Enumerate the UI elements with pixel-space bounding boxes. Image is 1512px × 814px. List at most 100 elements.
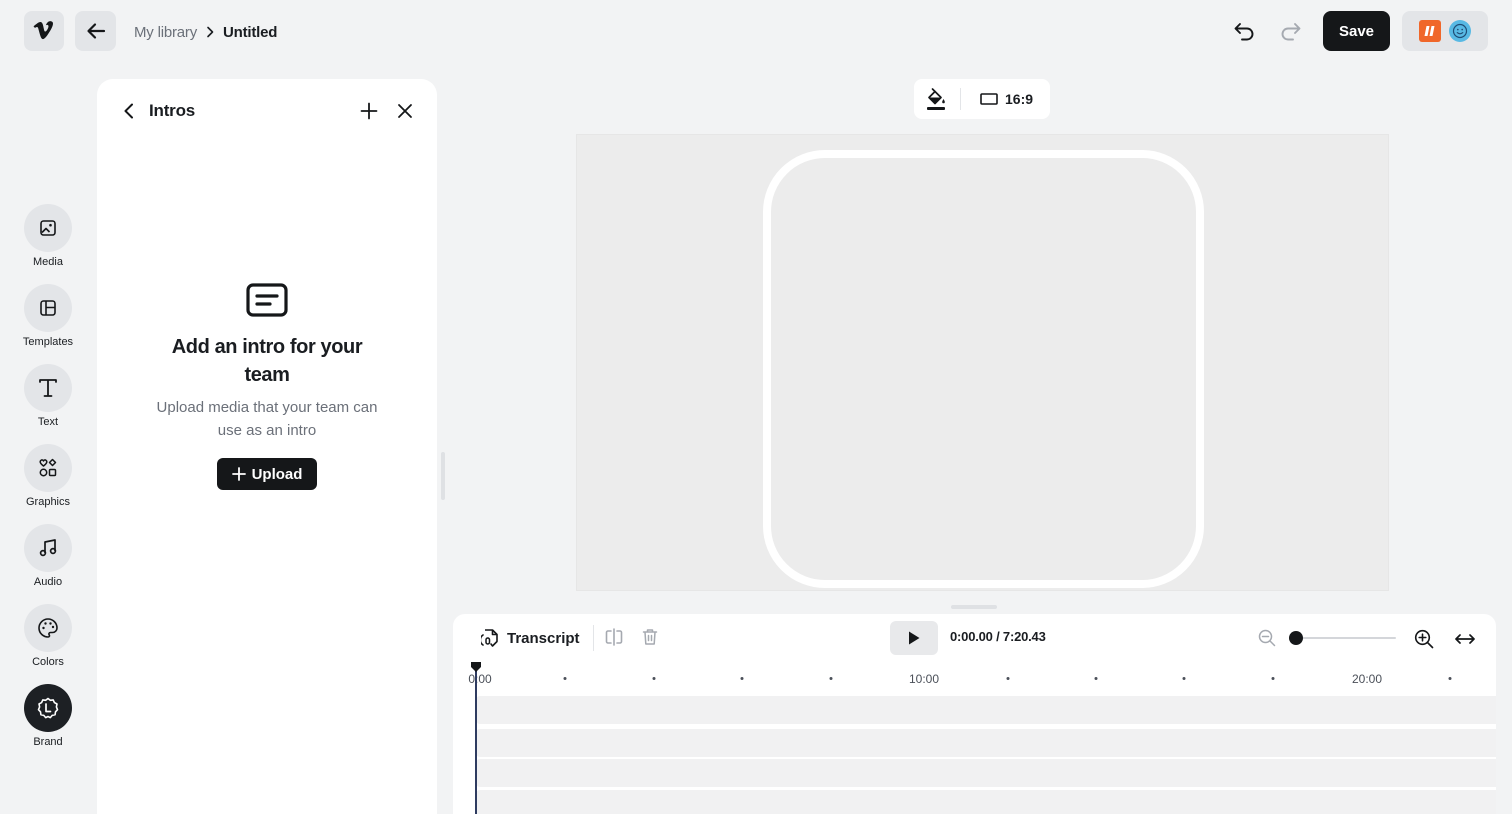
rail-label-text: Text	[37, 416, 59, 428]
ruler-label: 10:00	[908, 672, 940, 686]
delete-clip-button[interactable]	[639, 626, 661, 648]
upload-button-label: Upload	[251, 465, 303, 483]
split-clip-button[interactable]	[603, 626, 625, 648]
transcript-button[interactable]: Transcript	[481, 626, 580, 650]
paint-bucket-icon	[927, 88, 945, 110]
zoom-out-button[interactable]	[1257, 628, 1277, 648]
save-button[interactable]: Save	[1323, 11, 1390, 51]
timeline-track-video[interactable]	[476, 696, 1496, 724]
timeline-ruler[interactable]: 0:00 10:00 20:00	[453, 664, 1496, 694]
rail-button-graphics[interactable]	[24, 444, 72, 492]
ruler-tick	[1006, 677, 1010, 680]
rail-button-colors[interactable]	[24, 604, 72, 652]
zoom-slider-track	[1289, 637, 1396, 639]
rail-label-templates: Templates	[22, 336, 74, 348]
canvas-toolbar: 16:9	[914, 79, 1050, 119]
timeline-track-overlay[interactable]	[476, 729, 1496, 757]
ruler-tick	[1448, 677, 1452, 680]
vimeo-logo-button[interactable]	[24, 11, 64, 51]
zoom-slider-handle[interactable]	[1289, 631, 1303, 645]
rail-item-text[interactable]: Text	[14, 364, 82, 428]
plus-icon	[360, 102, 378, 120]
rail-item-templates[interactable]: Templates	[14, 284, 82, 348]
ruler-label: 20:00	[1351, 672, 1383, 686]
zoom-out-icon	[1258, 629, 1276, 647]
rail-button-media[interactable]	[24, 204, 72, 252]
account-menu-button[interactable]	[1402, 11, 1488, 51]
ruler-tick	[652, 677, 656, 680]
zoom-in-button[interactable]	[1413, 628, 1435, 650]
ruler-tick	[740, 677, 744, 680]
ruler-tick	[829, 677, 833, 680]
palette-icon	[38, 618, 58, 638]
timeline-track-audio[interactable]	[476, 759, 1496, 787]
panel-back-button[interactable]	[119, 101, 139, 121]
zoom-in-icon	[1414, 629, 1434, 649]
breadcrumb-my-library[interactable]: My library	[134, 24, 197, 41]
panel-title: Intros	[149, 101, 196, 120]
image-icon	[40, 220, 56, 236]
avatar	[1449, 20, 1471, 42]
playhead[interactable]	[475, 666, 477, 814]
breadcrumb-current-title[interactable]: Untitled	[223, 24, 277, 41]
rail-item-colors[interactable]: Colors	[14, 604, 82, 668]
timeline-zoom-slider[interactable]	[1289, 630, 1396, 646]
video-preview-canvas[interactable]	[576, 134, 1389, 591]
arrows-horizontal-icon	[1455, 634, 1475, 644]
ruler-label: 0:00	[468, 672, 492, 686]
rail-label-graphics: Graphics	[25, 496, 71, 508]
redo-icon	[1281, 23, 1301, 41]
rail-button-templates[interactable]	[24, 284, 72, 332]
rail-button-brand[interactable]	[24, 684, 72, 732]
upload-button[interactable]: Upload	[217, 458, 317, 490]
empty-state-heading: Add an intro for your team	[171, 336, 363, 386]
team-logo-icon	[1424, 26, 1435, 36]
rail-label-audio: Audio	[33, 576, 63, 588]
timeline-track-extra[interactable]	[476, 790, 1496, 814]
toolbar-divider	[960, 88, 961, 110]
brand-badge-icon	[37, 697, 59, 719]
aspect-ratio-button[interactable]: 16:9	[980, 87, 1033, 111]
fit-timeline-button[interactable]	[1453, 628, 1477, 650]
plus-icon	[231, 467, 246, 481]
time-readout: 0:00.00 / 7:20.43	[950, 629, 1046, 644]
rail-button-audio[interactable]	[24, 524, 72, 572]
shapes-icon	[39, 458, 57, 477]
rail-label-media: Media	[33, 256, 63, 268]
rail-item-audio[interactable]: Audio	[14, 524, 82, 588]
play-icon	[909, 631, 920, 645]
vimeo-logo-icon	[33, 21, 54, 40]
ruler-tick	[1182, 677, 1186, 680]
rail-item-graphics[interactable]: Graphics	[14, 444, 82, 508]
intros-panel: Intros Add an intro for your team Upload…	[97, 79, 437, 814]
timeline-toolbar-divider	[593, 625, 594, 651]
rail-button-text[interactable]	[24, 364, 72, 412]
undo-button[interactable]	[1230, 17, 1258, 45]
play-button[interactable]	[890, 621, 938, 655]
breadcrumb: My library Untitled	[134, 21, 277, 43]
split-icon	[605, 628, 623, 646]
add-intro-button[interactable]	[359, 101, 379, 121]
rail-item-media[interactable]: Media	[14, 204, 82, 268]
ruler-tick	[563, 677, 567, 680]
back-button[interactable]	[75, 11, 116, 51]
rail-label-brand: Brand	[33, 736, 63, 748]
timeline-resize-handle[interactable]	[951, 605, 997, 609]
rail-item-brand[interactable]: Brand	[14, 684, 82, 748]
empty-state-description: Upload media that your team can use as a…	[156, 399, 378, 439]
background-fill-button[interactable]	[924, 87, 948, 111]
ruler-tick	[1271, 677, 1275, 680]
panel-resize-handle[interactable]	[441, 452, 445, 500]
redo-button[interactable]	[1277, 17, 1305, 45]
close-icon	[398, 104, 412, 118]
preview-placeholder-frame	[763, 150, 1204, 588]
intro-card-icon	[246, 283, 288, 317]
smiley-face-icon	[1452, 23, 1468, 39]
chevron-right-icon	[205, 26, 215, 38]
text-icon	[39, 379, 57, 397]
ruler-tick	[1094, 677, 1098, 680]
aspect-ratio-label: 16:9	[1005, 91, 1034, 107]
playhead-handle-icon[interactable]	[470, 661, 482, 673]
close-panel-button[interactable]	[395, 101, 415, 121]
team-logo	[1419, 20, 1441, 42]
